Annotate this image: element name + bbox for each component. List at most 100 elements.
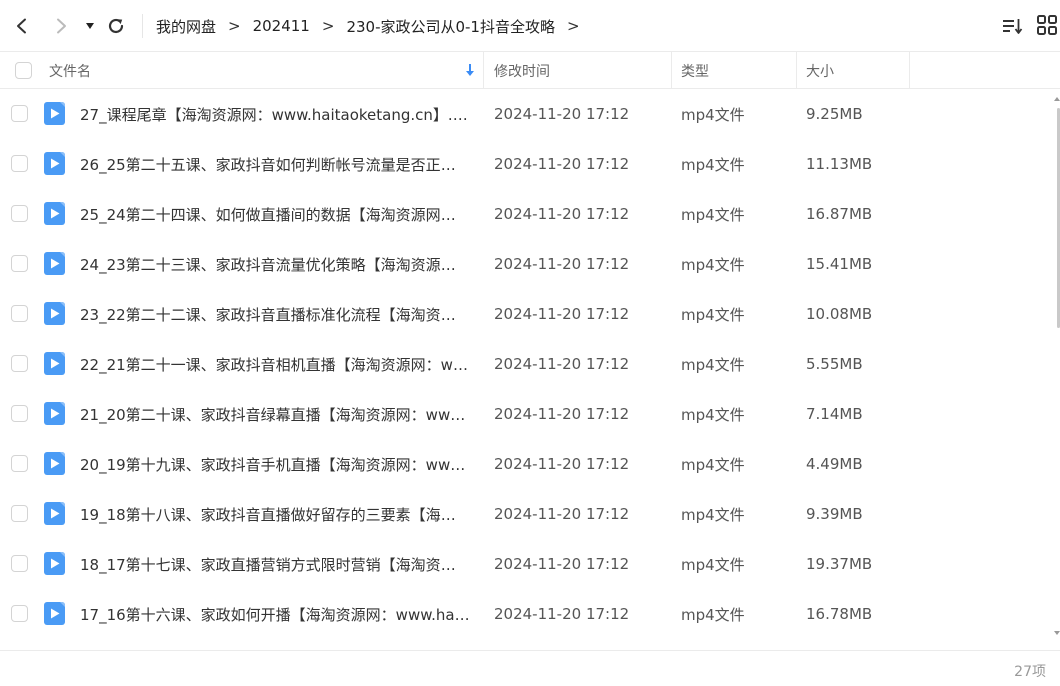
file-type: mp4文件 bbox=[681, 455, 745, 474]
sort-descending-icon[interactable] bbox=[464, 63, 476, 77]
file-mtime: 2024-11-20 17:12 bbox=[494, 205, 630, 223]
file-row[interactable]: 26_25第二十五课、家政抖音如何判断帐号流量是否正常【海淘资源网：www.ha… bbox=[0, 139, 1052, 189]
video-file-icon bbox=[44, 302, 65, 325]
column-header-size[interactable]: 大小 bbox=[806, 52, 834, 89]
file-type: mp4文件 bbox=[681, 205, 745, 224]
row-checkbox[interactable] bbox=[11, 305, 28, 322]
breadcrumb-item-root[interactable]: 我的网盘 bbox=[156, 16, 216, 37]
file-row[interactable]: 27_课程尾章【海淘资源网：www.haitaoketang.cn】.mp4 2… bbox=[0, 89, 1052, 139]
file-name[interactable]: 19_18第十八课、家政抖音直播做好留存的三要素【海淘资源网：www.haita… bbox=[80, 489, 476, 539]
caret-down-icon bbox=[86, 23, 94, 29]
row-checkbox[interactable] bbox=[11, 455, 28, 472]
refresh-icon bbox=[108, 18, 124, 34]
file-size: 9.39MB bbox=[806, 505, 863, 523]
file-name[interactable]: 21_20第二十课、家政抖音绿幕直播【海淘资源网：www.haitaoketan… bbox=[80, 389, 476, 439]
select-all-checkbox-cell bbox=[15, 52, 32, 89]
video-file-icon bbox=[44, 602, 65, 625]
file-row[interactable]: 21_20第二十课、家政抖音绿幕直播【海淘资源网：www.haitaoketan… bbox=[0, 389, 1052, 439]
breadcrumb-separator-icon: > bbox=[321, 17, 335, 35]
file-size: 9.25MB bbox=[806, 105, 863, 123]
forward-button[interactable] bbox=[47, 12, 75, 40]
file-row[interactable]: 18_17第十七课、家政直播营销方式限时营销【海淘资源网：www.haitaok… bbox=[0, 539, 1052, 589]
refresh-button[interactable] bbox=[102, 12, 130, 40]
file-row[interactable]: 24_23第二十三课、家政抖音流量优化策略【海淘资源网：www.haitaoke… bbox=[0, 239, 1052, 289]
file-name[interactable]: 25_24第二十四课、如何做直播间的数据【海淘资源网：www.haitaoket… bbox=[80, 189, 476, 239]
file-row[interactable]: 17_16第十六课、家政如何开播【海淘资源网：www.haitaoketang.… bbox=[0, 589, 1052, 639]
file-name[interactable]: 20_19第十九课、家政抖音手机直播【海淘资源网：www.haitaoketan… bbox=[80, 439, 476, 489]
file-size: 5.55MB bbox=[806, 355, 863, 373]
row-checkbox[interactable] bbox=[11, 105, 28, 122]
file-row[interactable]: 23_22第二十二课、家政抖音直播标准化流程【海淘资源网：www.haitaok… bbox=[0, 289, 1052, 339]
file-mtime: 2024-11-20 17:12 bbox=[494, 155, 630, 173]
status-bar: 27项 bbox=[0, 650, 1060, 686]
file-mtime: 2024-11-20 17:12 bbox=[494, 605, 630, 623]
row-checkbox[interactable] bbox=[11, 555, 28, 572]
file-size: 11.13MB bbox=[806, 155, 873, 173]
file-name[interactable]: 22_21第二十一课、家政抖音相机直播【海淘资源网：www.haitaoketa… bbox=[80, 339, 476, 389]
file-type: mp4文件 bbox=[681, 405, 745, 424]
breadcrumb-separator-icon[interactable]: > bbox=[567, 17, 580, 35]
row-checkbox[interactable] bbox=[11, 405, 28, 422]
file-size: 19.37MB bbox=[806, 555, 873, 573]
back-button[interactable] bbox=[8, 12, 36, 40]
breadcrumb-separator-icon: > bbox=[228, 17, 241, 35]
column-header-name[interactable]: 文件名 bbox=[49, 52, 91, 89]
column-header-type[interactable]: 类型 bbox=[681, 52, 709, 89]
row-checkbox[interactable] bbox=[11, 605, 28, 622]
file-size: 15.41MB bbox=[806, 255, 873, 273]
video-file-icon bbox=[44, 552, 65, 575]
video-file-icon bbox=[44, 402, 65, 425]
video-file-icon bbox=[44, 152, 65, 175]
file-name[interactable]: 17_16第十六课、家政如何开播【海淘资源网：www.haitaoketang.… bbox=[80, 589, 476, 639]
select-all-checkbox[interactable] bbox=[15, 62, 32, 79]
file-type: mp4文件 bbox=[681, 155, 745, 174]
file-row[interactable]: 22_21第二十一课、家政抖音相机直播【海淘资源网：www.haitaoketa… bbox=[0, 339, 1052, 389]
file-row[interactable]: 25_24第二十四课、如何做直播间的数据【海淘资源网：www.haitaoket… bbox=[0, 189, 1052, 239]
file-size: 10.08MB bbox=[806, 305, 873, 323]
file-mtime: 2024-11-20 17:12 bbox=[494, 505, 630, 523]
file-row[interactable]: 20_19第十九课、家政抖音手机直播【海淘资源网：www.haitaoketan… bbox=[0, 439, 1052, 489]
file-type: mp4文件 bbox=[681, 255, 745, 274]
grid-view-button[interactable] bbox=[1036, 14, 1060, 38]
row-checkbox[interactable] bbox=[11, 155, 28, 172]
scroll-up-arrow-icon[interactable] bbox=[1054, 96, 1060, 102]
file-type: mp4文件 bbox=[681, 355, 745, 374]
row-checkbox[interactable] bbox=[11, 205, 28, 222]
row-checkbox[interactable] bbox=[11, 505, 28, 522]
scroll-down-arrow-icon[interactable] bbox=[1054, 630, 1060, 636]
video-file-icon bbox=[44, 452, 65, 475]
file-list-header: 文件名 修改时间 类型 大小 bbox=[0, 52, 1060, 89]
breadcrumb: 我的网盘 > 202411 > 230-家政公司从0-1抖音全攻略 > bbox=[156, 0, 592, 52]
file-name[interactable]: 24_23第二十三课、家政抖音流量优化策略【海淘资源网：www.haitaoke… bbox=[80, 239, 476, 289]
row-checkbox[interactable] bbox=[11, 355, 28, 372]
column-header-mtime[interactable]: 修改时间 bbox=[494, 52, 550, 89]
video-file-icon bbox=[44, 202, 65, 225]
file-type: mp4文件 bbox=[681, 505, 745, 524]
sort-button[interactable] bbox=[1001, 14, 1025, 38]
file-size: 16.78MB bbox=[806, 605, 873, 623]
file-row[interactable]: 19_18第十八课、家政抖音直播做好留存的三要素【海淘资源网：www.haita… bbox=[0, 489, 1052, 539]
video-file-icon bbox=[44, 502, 65, 525]
breadcrumb-item-folder[interactable]: 202411 bbox=[253, 17, 310, 35]
file-mtime: 2024-11-20 17:12 bbox=[494, 355, 630, 373]
toolbar-divider bbox=[142, 14, 143, 38]
file-mtime: 2024-11-20 17:12 bbox=[494, 555, 630, 573]
file-name[interactable]: 27_课程尾章【海淘资源网：www.haitaoketang.cn】.mp4 bbox=[80, 89, 476, 139]
sort-list-icon bbox=[1003, 19, 1023, 34]
chevron-right-icon bbox=[57, 18, 66, 34]
row-checkbox[interactable] bbox=[11, 255, 28, 272]
file-name[interactable]: 23_22第二十二课、家政抖音直播标准化流程【海淘资源网：www.haitaok… bbox=[80, 289, 476, 339]
file-name[interactable]: 18_17第十七课、家政直播营销方式限时营销【海淘资源网：www.haitaok… bbox=[80, 539, 476, 589]
file-name[interactable]: 26_25第二十五课、家政抖音如何判断帐号流量是否正常【海淘资源网：www.ha… bbox=[80, 139, 476, 189]
history-dropdown-button[interactable] bbox=[76, 12, 104, 40]
column-divider bbox=[796, 52, 797, 89]
file-mtime: 2024-11-20 17:12 bbox=[494, 405, 630, 423]
file-type: mp4文件 bbox=[681, 105, 745, 124]
breadcrumb-item-current[interactable]: 230-家政公司从0-1抖音全攻略 bbox=[346, 16, 555, 37]
file-mtime: 2024-11-20 17:12 bbox=[494, 455, 630, 473]
column-divider bbox=[671, 52, 672, 89]
video-file-icon bbox=[44, 252, 65, 275]
file-size: 16.87MB bbox=[806, 205, 873, 223]
file-size: 7.14MB bbox=[806, 405, 863, 423]
file-mtime: 2024-11-20 17:12 bbox=[494, 305, 630, 323]
